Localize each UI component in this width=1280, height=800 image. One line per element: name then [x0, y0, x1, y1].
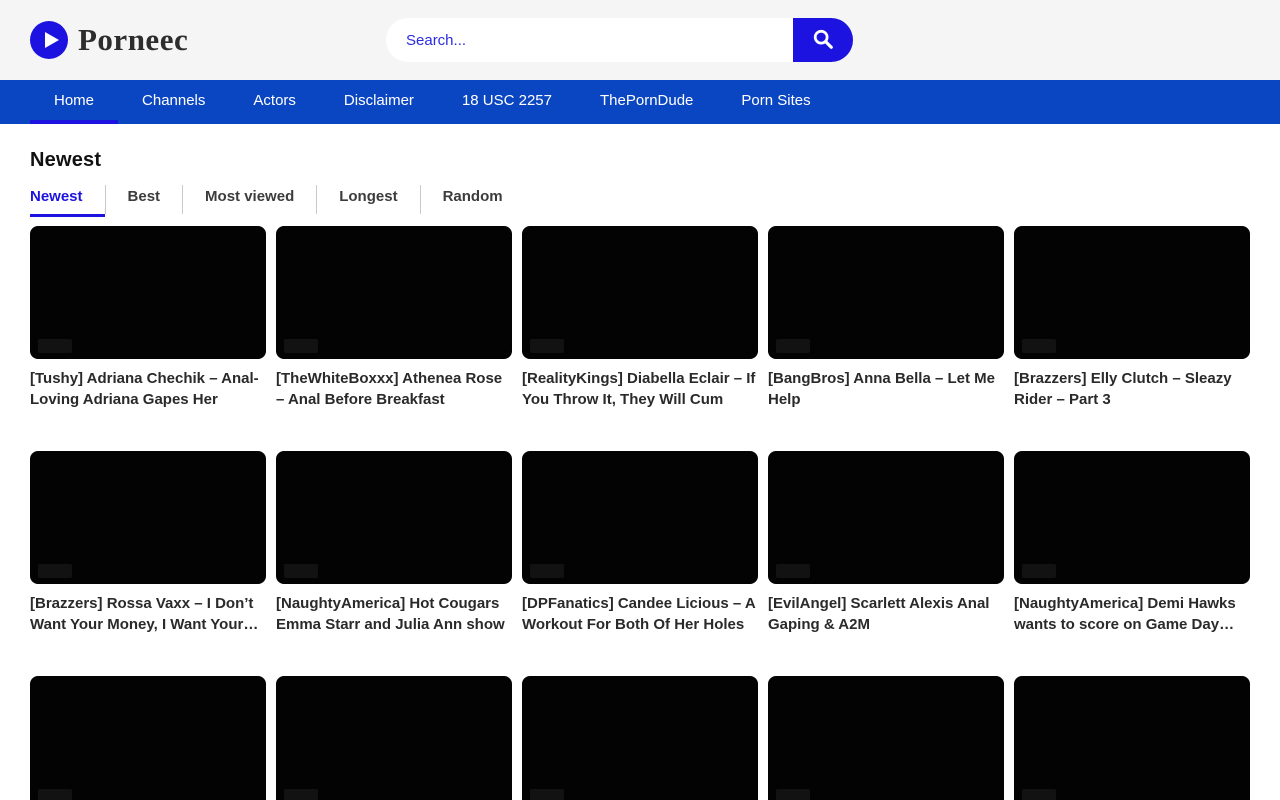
- video-thumbnail[interactable]: [1014, 676, 1250, 800]
- video-title[interactable]: [TheWhiteBoxxx] Athenea Rose – Anal Befo…: [276, 368, 512, 410]
- video-card[interactable]: [NaughtyAmerica] Demi Hawks wants to sco…: [1014, 451, 1250, 635]
- duration-badge: [776, 789, 810, 800]
- nav-item-porn-sites[interactable]: Porn Sites: [717, 80, 834, 124]
- duration-badge: [284, 789, 318, 800]
- video-thumbnail[interactable]: [276, 226, 512, 359]
- video-card[interactable]: [DPFanatics] Candee Licious – A Workout …: [522, 451, 758, 635]
- tab-longest[interactable]: Longest: [316, 185, 419, 214]
- video-title[interactable]: [Brazzers] Elly Clutch – Sleazy Rider – …: [1014, 368, 1250, 410]
- page: Porneec Home Channels Actors Disclaimer …: [0, 0, 1280, 800]
- video-thumbnail[interactable]: [1014, 226, 1250, 359]
- search-button[interactable]: [793, 18, 853, 62]
- video-title[interactable]: [RealityKings] Diabella Eclair – If You …: [522, 368, 758, 410]
- video-thumbnail[interactable]: [522, 226, 758, 359]
- page-title: Newest: [30, 149, 1250, 172]
- video-card[interactable]: [30, 676, 266, 800]
- video-card[interactable]: [TheWhiteBoxxx] Athenea Rose – Anal Befo…: [276, 226, 512, 410]
- duration-badge: [530, 789, 564, 800]
- video-card[interactable]: [1014, 676, 1250, 800]
- duration-badge: [38, 564, 72, 578]
- video-card[interactable]: [Brazzers] Rossa Vaxx – I Don’t Want You…: [30, 451, 266, 635]
- duration-badge: [1022, 564, 1056, 578]
- video-title[interactable]: [DPFanatics] Candee Licious – A Workout …: [522, 593, 758, 635]
- video-thumbnail[interactable]: [522, 451, 758, 584]
- video-grid: [Tushy] Adriana Chechik – Anal-Loving Ad…: [30, 226, 1250, 800]
- video-card[interactable]: [768, 676, 1004, 800]
- duration-badge: [284, 564, 318, 578]
- duration-badge: [1022, 789, 1056, 800]
- main-nav: Home Channels Actors Disclaimer 18 USC 2…: [0, 80, 1280, 124]
- nav-item-theporndude[interactable]: ThePornDude: [576, 80, 717, 124]
- nav-item-actors[interactable]: Actors: [229, 80, 320, 124]
- video-card[interactable]: [BangBros] Anna Bella – Let Me Help: [768, 226, 1004, 410]
- duration-badge: [530, 339, 564, 353]
- search-bar: [386, 18, 853, 62]
- video-title[interactable]: [Brazzers] Rossa Vaxx – I Don’t Want You…: [30, 593, 266, 635]
- site-title: Porneec: [78, 22, 188, 58]
- video-card[interactable]: [Brazzers] Elly Clutch – Sleazy Rider – …: [1014, 226, 1250, 410]
- search-icon: [812, 28, 834, 53]
- video-thumbnail[interactable]: [768, 226, 1004, 359]
- duration-badge: [38, 339, 72, 353]
- video-thumbnail[interactable]: [30, 226, 266, 359]
- video-card[interactable]: [RealityKings] Diabella Eclair – If You …: [522, 226, 758, 410]
- video-card[interactable]: [NaughtyAmerica] Hot Cougars Emma Starr …: [276, 451, 512, 635]
- video-title[interactable]: [NaughtyAmerica] Demi Hawks wants to sco…: [1014, 593, 1250, 635]
- duration-badge: [38, 789, 72, 800]
- top-header: Porneec: [0, 0, 1280, 80]
- video-thumbnail[interactable]: [1014, 451, 1250, 584]
- duration-badge: [776, 564, 810, 578]
- nav-item-disclaimer[interactable]: Disclaimer: [320, 80, 438, 124]
- video-title[interactable]: [EvilAngel] Scarlett Alexis Anal Gaping …: [768, 593, 1004, 635]
- duration-badge: [530, 564, 564, 578]
- play-icon: [30, 21, 68, 59]
- search-input[interactable]: [386, 18, 793, 62]
- nav-item-home[interactable]: Home: [30, 80, 118, 124]
- video-title[interactable]: [Tushy] Adriana Chechik – Anal-Loving Ad…: [30, 368, 266, 410]
- video-card[interactable]: [276, 676, 512, 800]
- video-card[interactable]: [Tushy] Adriana Chechik – Anal-Loving Ad…: [30, 226, 266, 410]
- tab-best[interactable]: Best: [105, 185, 183, 214]
- video-thumbnail[interactable]: [522, 676, 758, 800]
- video-thumbnail[interactable]: [768, 676, 1004, 800]
- nav-item-18usc2257[interactable]: 18 USC 2257: [438, 80, 576, 124]
- tab-newest[interactable]: Newest: [30, 185, 105, 217]
- duration-badge: [284, 339, 318, 353]
- video-title[interactable]: [NaughtyAmerica] Hot Cougars Emma Starr …: [276, 593, 512, 635]
- site-logo[interactable]: Porneec: [30, 0, 188, 80]
- duration-badge: [776, 339, 810, 353]
- video-card[interactable]: [522, 676, 758, 800]
- video-card[interactable]: [EvilAngel] Scarlett Alexis Anal Gaping …: [768, 451, 1004, 635]
- tab-most-viewed[interactable]: Most viewed: [182, 185, 316, 214]
- duration-badge: [1022, 339, 1056, 353]
- sort-tabs: Newest Best Most viewed Longest Random: [30, 185, 1250, 217]
- video-thumbnail[interactable]: [276, 451, 512, 584]
- video-thumbnail[interactable]: [30, 676, 266, 800]
- tab-random[interactable]: Random: [420, 185, 525, 214]
- video-thumbnail[interactable]: [30, 451, 266, 584]
- video-thumbnail[interactable]: [768, 451, 1004, 584]
- main-content: Newest Newest Best Most viewed Longest R…: [0, 149, 1280, 800]
- video-title[interactable]: [BangBros] Anna Bella – Let Me Help: [768, 368, 1004, 410]
- nav-item-channels[interactable]: Channels: [118, 80, 229, 124]
- video-thumbnail[interactable]: [276, 676, 512, 800]
